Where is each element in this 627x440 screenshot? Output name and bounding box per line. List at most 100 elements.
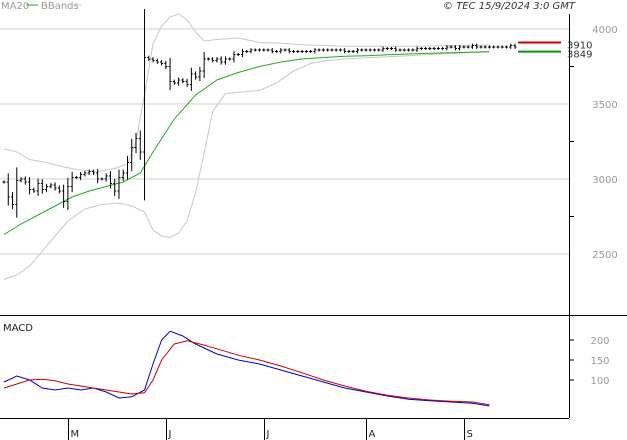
price-bar xyxy=(160,60,164,66)
price-bar xyxy=(509,43,513,49)
ma20-overlay xyxy=(3,51,490,235)
price-bar xyxy=(6,173,10,206)
price-grid xyxy=(0,28,569,255)
price-y-tick-label: 3500 xyxy=(592,100,617,111)
price-bar xyxy=(36,178,40,196)
price-bar xyxy=(321,48,325,52)
chart-canvas: MA20 BBands © TEC 15/9/2024 3:0 GMT 4000… xyxy=(0,1,627,440)
x-axis-tick-label: A xyxy=(369,429,376,440)
bbands-lower-line xyxy=(3,51,490,280)
price-bar xyxy=(270,48,274,54)
price-bar xyxy=(428,47,432,50)
copyright-text: © TEC 15/9/2024 3:0 GMT xyxy=(443,1,576,12)
price-bar xyxy=(330,48,334,52)
price-bar xyxy=(355,48,359,54)
price-bar xyxy=(45,183,49,193)
price-bar xyxy=(32,187,36,193)
price-bar xyxy=(381,46,385,52)
ma20-line xyxy=(3,51,490,235)
price-bar xyxy=(155,58,159,64)
macd-y-tick-label: 200 xyxy=(590,336,609,347)
macd-y-tick-label: 150 xyxy=(590,356,609,367)
price-bar xyxy=(211,57,215,63)
price-bar xyxy=(223,56,227,65)
legend-ma20-label: MA20 xyxy=(1,1,29,12)
price-bar xyxy=(407,48,411,52)
price-bar xyxy=(253,48,257,52)
price-bar xyxy=(500,45,504,49)
price-bar xyxy=(266,48,270,52)
marker-label: 3849 xyxy=(567,50,592,61)
macd-line xyxy=(3,330,490,407)
price-bar xyxy=(66,177,70,211)
price-bar xyxy=(57,185,61,194)
macd-lines xyxy=(3,330,490,407)
price-bar xyxy=(143,9,147,201)
price-bar xyxy=(458,45,462,51)
price-bar xyxy=(249,48,253,54)
price-bar xyxy=(104,173,108,182)
price-bar xyxy=(385,47,389,50)
price-bar xyxy=(300,50,304,53)
price-bar xyxy=(117,169,121,199)
x-axis-tick-label: S xyxy=(467,429,473,440)
price-bar xyxy=(91,169,95,175)
price-bar xyxy=(436,47,440,50)
price-bar xyxy=(228,57,232,61)
price-bar xyxy=(198,66,202,82)
price-bar xyxy=(466,45,470,49)
price-bar xyxy=(232,51,236,63)
price-bar xyxy=(168,57,172,91)
price-bar xyxy=(206,57,210,61)
price-bar xyxy=(19,177,23,183)
price-bar xyxy=(475,43,479,49)
price-bar xyxy=(479,45,483,49)
price-bar xyxy=(326,48,330,52)
price-markers: 39103849 xyxy=(518,41,592,61)
price-bar xyxy=(62,184,66,208)
price-bar xyxy=(360,48,364,52)
price-y-tick-label: 3000 xyxy=(592,175,617,186)
price-bar xyxy=(279,48,283,54)
price-bar xyxy=(398,48,402,52)
price-bar xyxy=(390,47,394,50)
price-bar xyxy=(28,177,32,195)
price-bar xyxy=(181,78,185,84)
price-bar xyxy=(189,67,193,91)
price-bar xyxy=(125,156,129,180)
price-bar xyxy=(49,183,53,189)
price-bar xyxy=(411,48,415,52)
x-axis: MJJAS xyxy=(68,418,473,440)
price-bar xyxy=(15,167,19,218)
price-bar xyxy=(292,50,296,53)
price-bar xyxy=(368,48,372,52)
price-bar xyxy=(177,77,181,86)
price-y-tick-label: 2500 xyxy=(592,250,617,261)
x-axis-tick-label: J xyxy=(168,429,172,440)
price-bar xyxy=(492,45,496,49)
price-bar xyxy=(53,182,57,191)
price-bar xyxy=(245,50,249,53)
price-bar xyxy=(334,48,338,52)
price-bar xyxy=(23,176,27,185)
price-bar xyxy=(219,56,223,65)
price-bars xyxy=(2,9,517,218)
price-bar xyxy=(419,47,423,50)
price-bar xyxy=(496,45,500,49)
price-bar xyxy=(343,48,347,54)
price-bar xyxy=(100,177,104,181)
price-bar xyxy=(283,48,287,52)
x-axis-tick-label: J xyxy=(266,429,270,440)
price-bar xyxy=(483,45,487,49)
price-bar xyxy=(258,48,261,52)
price-bar xyxy=(164,60,168,70)
price-bar xyxy=(202,51,206,79)
price-bar xyxy=(138,130,142,160)
bbands-upper-line xyxy=(3,13,490,173)
price-y-tick-label: 4000 xyxy=(592,25,617,36)
price-bar xyxy=(487,45,491,49)
price-bar xyxy=(372,48,376,52)
price-bar xyxy=(83,171,87,177)
price-bar xyxy=(415,46,419,52)
price-bar xyxy=(470,43,474,49)
